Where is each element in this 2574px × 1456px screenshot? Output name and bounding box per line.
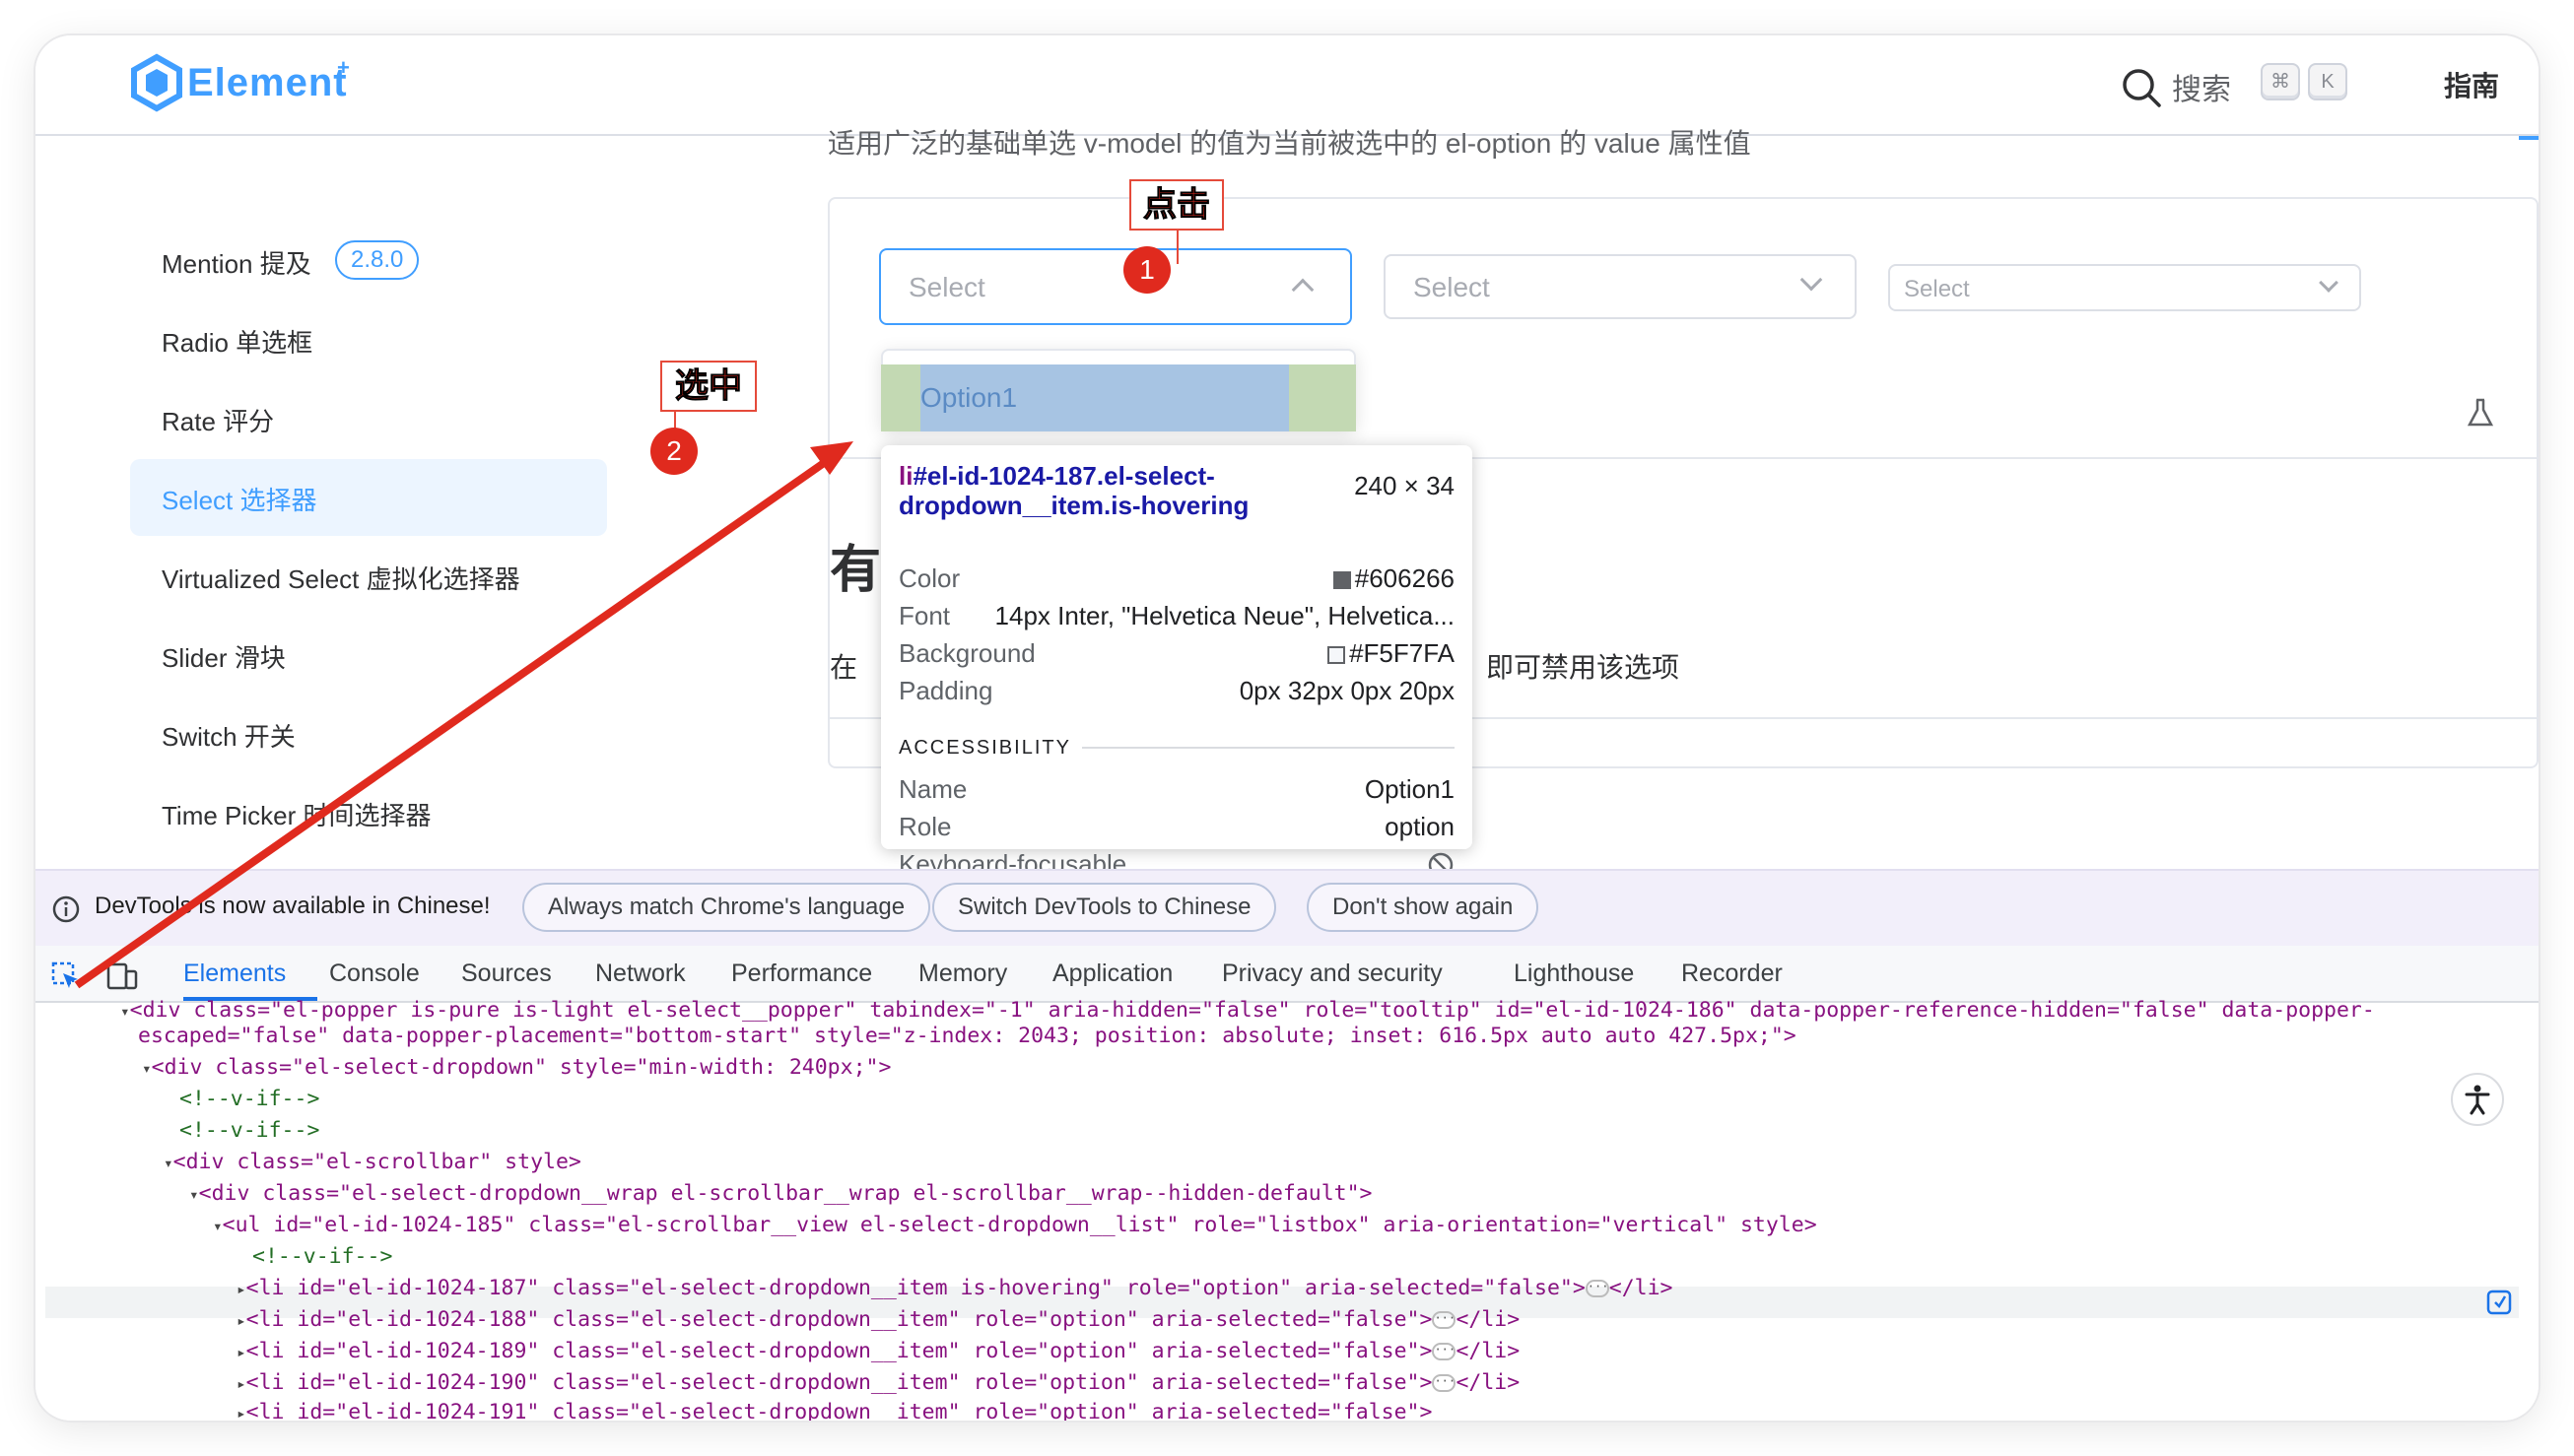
select-label: 选中	[660, 361, 757, 412]
click-label: 点击	[1129, 179, 1224, 231]
step-2-marker: 2	[650, 428, 698, 475]
annotation-connector	[1177, 231, 1179, 264]
browser-window: Element + 搜索 ⌘ K 指南 Mention 提及 2.8.0 Rad…	[35, 35, 2539, 1421]
annotation-arrow	[74, 441, 853, 989]
step-1-marker: 1	[1123, 246, 1171, 294]
